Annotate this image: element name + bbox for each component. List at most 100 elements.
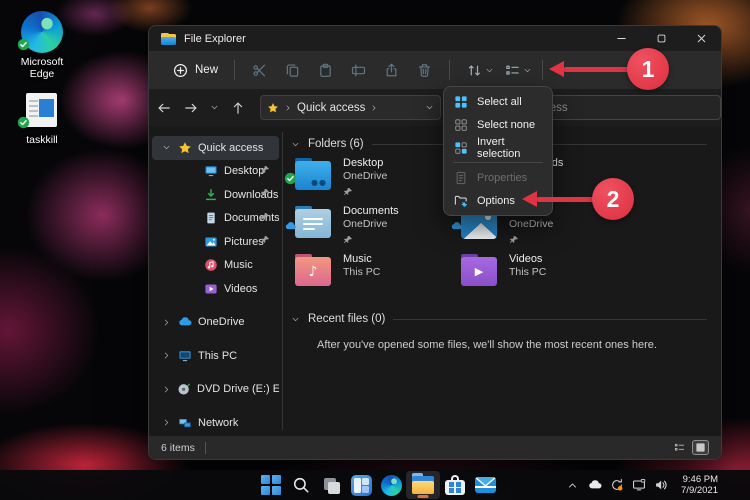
sidebar-item-music[interactable]: Music (152, 254, 279, 278)
quick-access-star-icon (267, 102, 279, 114)
menu-item-properties[interactable]: Properties (444, 166, 552, 189)
recent-locations-button[interactable] (206, 96, 223, 120)
sidebar-item-dvd-drive-e-esd-is[interactable]: DVD Drive (E:) ESD-IS (152, 378, 279, 402)
desktop-icon-label: MicrosoftEdge (21, 56, 64, 80)
share-button[interactable] (375, 57, 408, 83)
folder-tile-videos[interactable]: ▶VideosThis PC (461, 249, 627, 297)
menu-item-label: Select all (477, 96, 522, 108)
cut-button[interactable] (243, 57, 276, 83)
taskbar-button-edge[interactable] (376, 471, 406, 499)
sidebar-item-network[interactable]: Network (152, 411, 279, 435)
address-box[interactable]: Quick access (260, 95, 441, 120)
tray-display-icon[interactable] (631, 478, 646, 493)
close-button[interactable] (681, 26, 721, 51)
sidebar-item-label: Music (224, 259, 253, 271)
sort-button[interactable] (458, 57, 496, 83)
taskbar-clock[interactable]: 9:46 PM 7/9/2021 (681, 474, 718, 496)
folders-section-title: Folders (6) (308, 138, 364, 150)
network-icon (178, 416, 192, 430)
star-icon (178, 141, 192, 155)
taskbar-buttons (256, 470, 500, 500)
chevron-down-icon[interactable] (162, 143, 172, 152)
title-bar[interactable]: File Explorer (149, 26, 721, 51)
chevron-right-icon[interactable] (162, 318, 172, 327)
documents-icon (204, 211, 218, 225)
new-button[interactable]: New (165, 58, 226, 83)
taskbar-button-widgets[interactable] (346, 471, 376, 499)
taskbar-button-file-explorer[interactable] (406, 471, 440, 499)
taskbar: 9:46 PM 7/9/2021 (0, 470, 750, 500)
sort-icon (467, 63, 482, 78)
sidebar-item-documents[interactable]: Documents (152, 207, 279, 231)
tray-volume-icon[interactable] (653, 478, 668, 493)
plus-circle-icon (173, 63, 188, 78)
pin-icon (343, 232, 399, 250)
annotation-step-1: 1 (627, 48, 669, 90)
menu-item-select-none[interactable]: Select none (444, 113, 552, 136)
sidebar-item-onedrive[interactable]: OneDrive (152, 311, 279, 335)
sidebar-item-label: OneDrive (198, 316, 244, 328)
tile-name: Videos (509, 253, 546, 266)
toolbar-separator (234, 60, 235, 80)
clock-date: 7/9/2021 (681, 485, 718, 496)
taskbar-button-task-view[interactable] (316, 471, 346, 499)
sidebar-item-label: Pictures (224, 236, 264, 248)
paste-button[interactable] (309, 57, 342, 83)
folder-tile-desktop[interactable]: ●●DesktopOneDrive (295, 153, 461, 201)
large-icons-view-button[interactable] (692, 440, 709, 455)
menu-item-select-all[interactable]: Select all (444, 90, 552, 113)
taskbar-button-start[interactable] (256, 471, 286, 499)
edge-icon (20, 10, 64, 54)
rename-button[interactable] (342, 57, 375, 83)
desktop-icon-taskkill[interactable]: taskkill (6, 88, 78, 146)
tray-chevron-up-icon[interactable] (565, 478, 580, 493)
desktop-icons: MicrosoftEdge taskkill (6, 10, 78, 146)
file-explorer-icon (412, 476, 434, 494)
folder-tile-music[interactable]: ♪MusicThis PC (295, 249, 461, 297)
options-icon (454, 194, 468, 208)
sidebar-item-this-pc[interactable]: This PC (152, 344, 279, 368)
desktop-icon-microsoft-edge[interactable]: MicrosoftEdge (6, 10, 78, 80)
chevron-right-icon[interactable] (162, 351, 172, 360)
mail-icon (475, 477, 496, 493)
taskbar-button-store[interactable] (440, 471, 470, 499)
back-button[interactable] (152, 96, 176, 120)
address-dropdown-chevron-icon[interactable] (425, 103, 434, 112)
section-rule (393, 319, 707, 320)
delete-button[interactable] (408, 57, 441, 83)
forward-button[interactable] (179, 96, 203, 120)
chevron-right-icon[interactable] (162, 385, 171, 394)
breadcrumb[interactable]: Quick access (297, 102, 365, 114)
toolbar-separator (449, 60, 450, 80)
address-bar: Quick access Search Quick access (149, 89, 721, 126)
toolbar-separator (542, 60, 543, 80)
copy-button[interactable] (276, 57, 309, 83)
synced-badge-icon (17, 38, 30, 56)
folder-tile-documents[interactable]: DocumentsOneDrive (295, 201, 461, 249)
music-folder-icon: ♪ (295, 255, 333, 287)
new-button-label: New (195, 64, 218, 76)
recent-files-section-header[interactable]: Recent files (0) (283, 313, 717, 325)
chevron-right-icon (370, 104, 378, 112)
taskbar-button-mail[interactable] (470, 471, 500, 499)
sidebar-item-label: Videos (224, 283, 257, 295)
tray-onedrive-cloud-icon[interactable] (587, 478, 602, 493)
sidebar-item-videos[interactable]: Videos (152, 277, 279, 301)
up-button[interactable] (226, 96, 250, 120)
synced-badge-icon (17, 116, 30, 134)
minimize-button[interactable] (601, 26, 641, 51)
details-view-button[interactable] (671, 440, 688, 455)
sidebar-item-quick-access[interactable]: Quick access (152, 136, 279, 160)
sidebar-item-desktop[interactable]: Desktop (152, 160, 279, 184)
select-none-icon (454, 118, 468, 132)
sidebar-item-pictures[interactable]: Pictures (152, 230, 279, 254)
tile-name: Music (343, 253, 380, 266)
menu-item-invert-selection[interactable]: Invert selection (444, 136, 552, 159)
chevron-right-icon[interactable] (162, 418, 172, 427)
tray-sync-update-icon[interactable] (609, 478, 624, 493)
taskbar-button-search[interactable] (286, 471, 316, 499)
chevron-right-icon (284, 104, 292, 112)
sidebar-item-downloads[interactable]: Downloads (152, 183, 279, 207)
widgets-icon (351, 475, 372, 496)
view-button[interactable] (496, 57, 534, 83)
